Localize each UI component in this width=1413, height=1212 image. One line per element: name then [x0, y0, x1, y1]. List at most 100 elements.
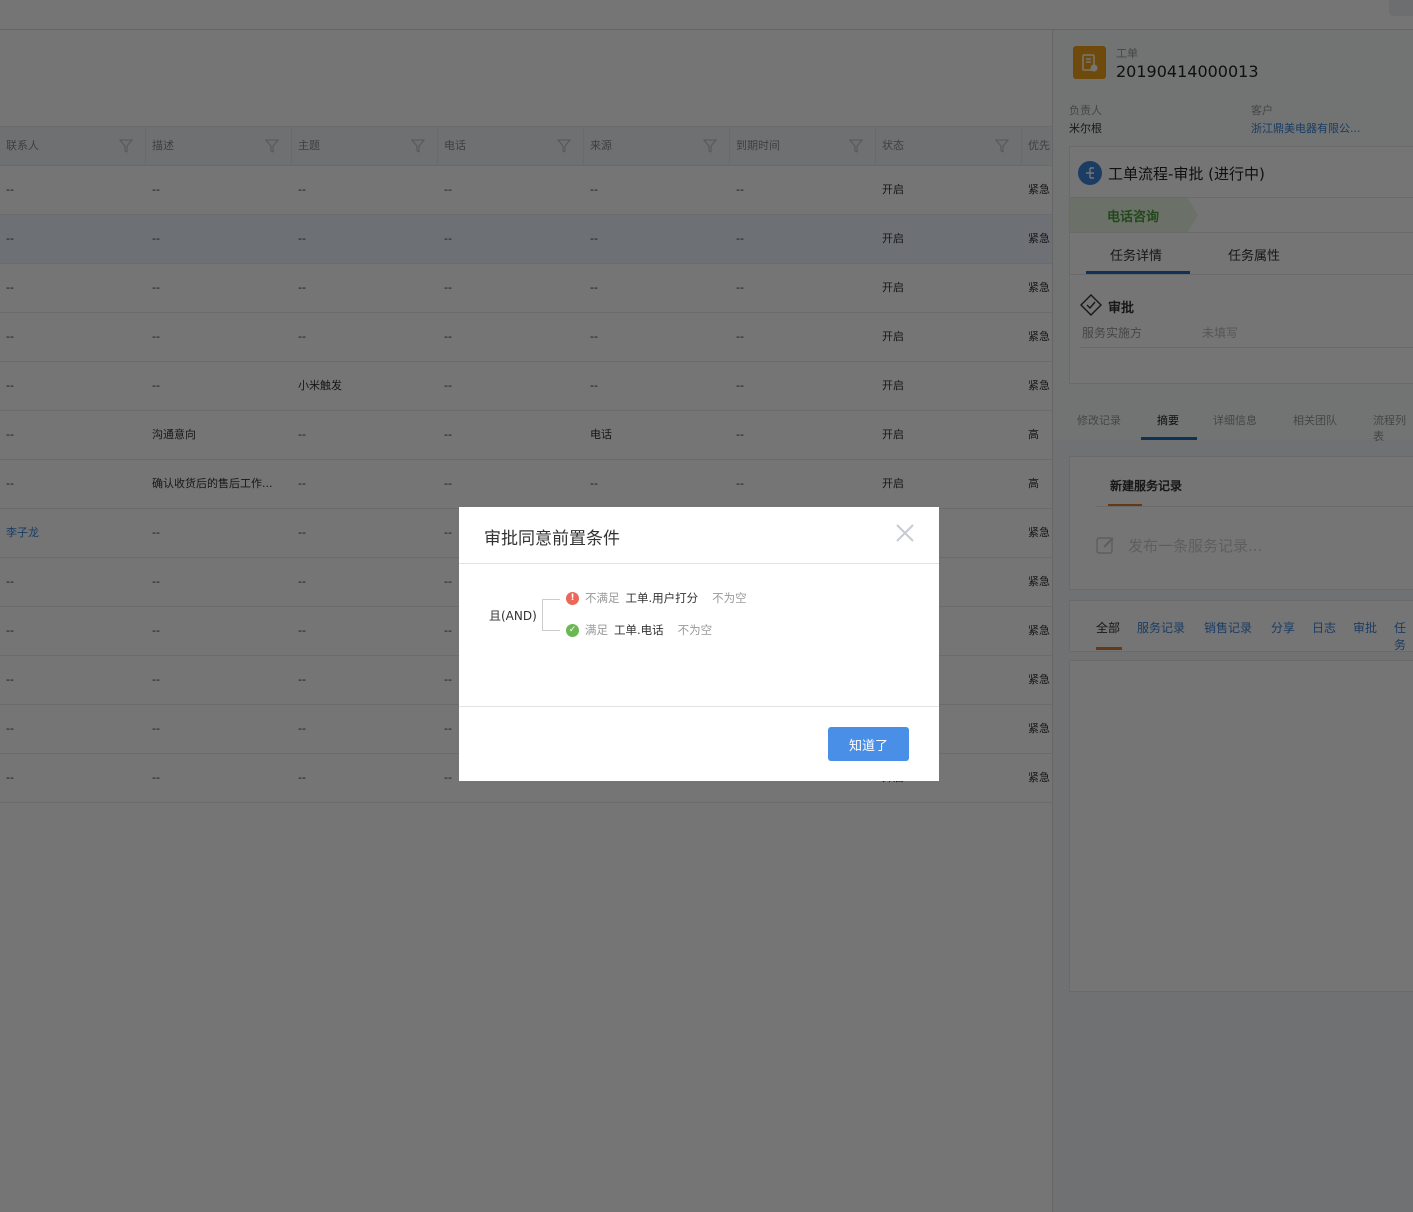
table-cell: -- — [444, 428, 452, 441]
table-cell: 开启 — [882, 232, 904, 245]
table-cell: 开启 — [882, 477, 904, 490]
table-cell: 开启 — [882, 379, 904, 392]
table-cell: -- — [6, 330, 14, 343]
new-record-card: 新建服务记录 发布一条服务记录... — [1069, 456, 1413, 590]
table-row[interactable]: ------------开启紧急 — [0, 313, 1052, 362]
column-header[interactable]: 来源 — [584, 127, 730, 165]
table-cell: -- — [590, 183, 598, 196]
filter-icon[interactable] — [557, 139, 571, 153]
filter-icon[interactable] — [849, 139, 863, 153]
workflow-card: 工单流程-审批 (进行中) 电话咨询 任务详情 任务属性 审批 服务实施方 未填… — [1069, 146, 1413, 384]
column-header[interactable]: 状态 — [876, 127, 1022, 165]
records-list — [1069, 660, 1413, 992]
field-value: 未填写 — [1202, 326, 1239, 340]
table-cell: -- — [152, 526, 160, 539]
detail-tabs: 修改记录 摘要 详细信息 相关团队 流程列表 — [1053, 385, 1413, 443]
dialog-title: 审批同意前置条件 — [484, 529, 620, 549]
owner-value: 米尔根 — [1069, 122, 1102, 135]
error-icon: ! — [566, 591, 579, 605]
table-row[interactable]: -- -- 小米触发 -- -- -- 开启 紧急 — [0, 362, 1052, 411]
condition-rule: 不为空 — [712, 591, 747, 605]
table-cell: 开启 — [882, 183, 904, 196]
record-filter-4[interactable]: 日志 — [1312, 619, 1336, 636]
table-cell: -- — [736, 183, 744, 196]
new-record-title[interactable]: 新建服务记录 — [1110, 477, 1182, 494]
close-icon[interactable] — [895, 523, 915, 543]
column-header[interactable]: 电话 — [438, 127, 584, 165]
table-row[interactable]: ------------开启紧急 — [0, 215, 1052, 264]
workflow-icon — [1078, 161, 1102, 185]
table-cell: -- — [152, 771, 160, 784]
table-cell: -- — [736, 477, 744, 490]
table-row[interactable]: ------------开启紧急 — [0, 264, 1052, 313]
detail-tab[interactable]: 流程列表 — [1373, 412, 1413, 444]
table-cell: -- — [6, 477, 14, 490]
table-row[interactable]: -- 确认收货后的售后工作... -- -- -- -- 开启高 — [0, 460, 1052, 509]
ok-button[interactable]: 知道了 — [828, 727, 909, 761]
filter-icon[interactable] — [703, 139, 717, 153]
task-name: 审批 — [1108, 301, 1135, 316]
column-header[interactable]: 主题 — [292, 127, 438, 165]
filter-icon[interactable] — [265, 139, 279, 153]
filter-icon[interactable] — [411, 139, 425, 153]
table-cell: -- — [6, 722, 14, 735]
detail-tab[interactable]: 详细信息 — [1213, 412, 1257, 428]
stage-label: 电话咨询 — [1107, 210, 1160, 225]
table-cell: -- — [298, 771, 306, 784]
table-cell: -- — [152, 624, 160, 637]
detail-tab[interactable]: 相关团队 — [1293, 412, 1337, 428]
table-cell: -- — [152, 330, 160, 343]
record-filter-5[interactable]: 审批 — [1353, 619, 1377, 636]
table-header: 联系人 描述 主题 电话 来源 到期时间 状态 优先 — [0, 126, 1168, 166]
table-cell: -- — [152, 183, 160, 196]
logic-operator: 且(AND) — [489, 609, 537, 623]
filter-icon[interactable] — [119, 139, 133, 153]
column-header[interactable]: 联系人 — [0, 127, 146, 165]
owner-label: 负责人 — [1069, 104, 1102, 117]
field-label: 服务实施方 — [1082, 326, 1143, 340]
table-cell: -- — [6, 575, 14, 588]
approval-conditions-dialog: 审批同意前置条件 且(AND) ! 不满足 工单.用户打分 不为空 ✓ 满足 工… — [459, 507, 939, 781]
top-right-button[interactable] — [1389, 0, 1413, 16]
table-cell: -- — [590, 281, 598, 294]
table-cell: -- — [298, 477, 306, 490]
subtab-task-detail[interactable]: 任务详情 — [1110, 245, 1162, 264]
table-cell: -- — [298, 183, 306, 196]
column-header[interactable]: 描述 — [146, 127, 292, 165]
ticket-icon — [1073, 46, 1106, 79]
contact-link[interactable]: 李子龙 — [0, 509, 146, 557]
table-cell: -- — [444, 477, 452, 490]
table-row[interactable]: ------------开启紧急 — [0, 166, 1052, 215]
table-row[interactable]: -- 沟通意向 -- -- 电话 -- 开启高 — [0, 411, 1052, 460]
table-cell: -- — [736, 379, 744, 392]
table-cell: 沟通意向 — [152, 428, 196, 441]
table-cell: -- — [152, 232, 160, 245]
condition-met: ✓ 满足 工单.电话 不为空 — [566, 622, 712, 638]
table-cell: -- — [152, 673, 160, 686]
record-filter-6[interactable]: 任务 — [1394, 619, 1413, 653]
detail-tab[interactable]: 摘要 — [1157, 412, 1179, 428]
table-cell: -- — [590, 379, 598, 392]
table-cell: -- — [6, 281, 14, 294]
table-cell: -- — [298, 232, 306, 245]
table-cell: -- — [152, 379, 160, 392]
record-filter-0[interactable]: 全部 — [1096, 619, 1120, 636]
record-input[interactable]: 发布一条服务记录... — [1128, 535, 1262, 556]
filter-icon[interactable] — [995, 139, 1009, 153]
table-cell: -- — [590, 232, 598, 245]
table-cell: -- — [444, 183, 452, 196]
table-cell: 小米触发 — [298, 379, 342, 392]
ticket-detail-panel: 工单 20190414000013 负责人 米尔根 客户 浙江鼎美电器有限公..… — [1052, 30, 1413, 1212]
record-filter-2[interactable]: 销售记录 — [1204, 619, 1252, 636]
detail-tab[interactable]: 修改记录 — [1077, 412, 1121, 428]
customer-link[interactable]: 浙江鼎美电器有限公... — [1251, 120, 1361, 136]
filter-active-indicator — [1096, 647, 1122, 650]
table-cell: -- — [590, 330, 598, 343]
subtab-task-props[interactable]: 任务属性 — [1228, 245, 1280, 264]
record-filter-1[interactable]: 服务记录 — [1137, 619, 1185, 636]
workflow-title: 工单流程-审批 (进行中) — [1108, 165, 1265, 183]
column-header[interactable]: 到期时间 — [730, 127, 876, 165]
record-filter-3[interactable]: 分享 — [1271, 619, 1295, 636]
table-cell: -- — [298, 428, 306, 441]
table-cell: -- — [6, 428, 14, 441]
